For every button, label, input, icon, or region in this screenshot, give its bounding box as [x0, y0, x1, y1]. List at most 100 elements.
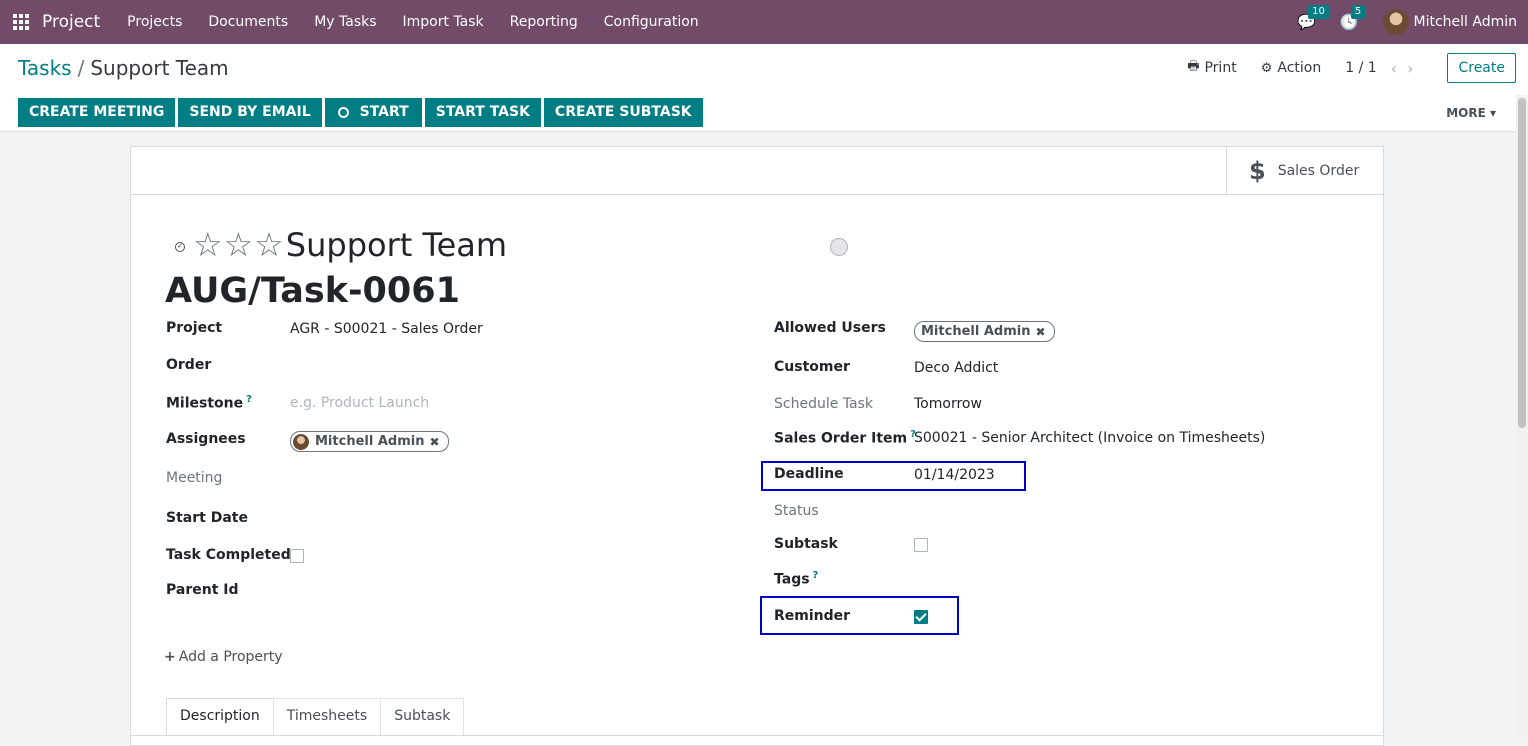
action-label: Action	[1277, 60, 1322, 76]
plus-icon: +	[164, 649, 176, 665]
breadcrumb-current: Support Team	[90, 56, 229, 80]
action-button[interactable]: ⚙ Action	[1261, 60, 1322, 76]
customer-field[interactable]: Deco Addict	[914, 360, 998, 376]
sales-order-smart-button[interactable]: $ Sales Order	[1226, 147, 1383, 194]
subtask-checkbox[interactable]	[914, 538, 928, 552]
tab-divider	[131, 735, 1383, 736]
assignee-tag-label: Mitchell Admin	[315, 434, 425, 449]
sales-order-item-label: Sales Order Item?	[774, 429, 916, 447]
app-name[interactable]: Project	[42, 12, 100, 32]
assignees-label: Assignees	[166, 431, 246, 447]
tags-label-text: Tags	[774, 571, 810, 588]
statusbar-buttons: CREATE MEETING SEND BY EMAIL START START…	[18, 98, 706, 127]
gear-icon: ⚙	[1260, 60, 1273, 76]
tab-description[interactable]: Description	[166, 698, 274, 735]
tab-timesheets[interactable]: Timesheets	[272, 698, 382, 735]
avatar	[293, 433, 309, 450]
milestone-label: Milestone?	[166, 394, 252, 412]
add-property-button[interactable]: + Add a Property	[164, 649, 283, 665]
send-by-email-button[interactable]: SEND BY EMAIL	[178, 98, 322, 127]
create-button[interactable]: Create	[1447, 53, 1516, 83]
top-navbar: Project Projects Documents My Tasks Impo…	[0, 0, 1528, 44]
add-property-label: Add a Property	[178, 649, 283, 665]
start-date-field[interactable]	[290, 510, 590, 528]
messages-icon[interactable]: 💬 10	[1297, 5, 1329, 31]
menu-configuration[interactable]: Configuration	[591, 0, 712, 44]
task-completed-label: Task Completed	[166, 547, 291, 563]
tags-field[interactable]	[914, 571, 1214, 589]
subtask-label: Subtask	[774, 536, 838, 552]
start-task-button[interactable]: START TASK	[424, 98, 541, 127]
menu-import-task[interactable]: Import Task	[390, 0, 497, 44]
deadline-field[interactable]: 01/14/2023	[914, 467, 995, 483]
create-meeting-button[interactable]: CREATE MEETING	[18, 98, 176, 127]
menu-my-tasks[interactable]: My Tasks	[301, 0, 389, 44]
meeting-label: Meeting	[166, 470, 223, 486]
print-label: Print	[1204, 60, 1237, 76]
more-dropdown[interactable]: MORE ▾	[1446, 106, 1496, 120]
sales-order-label: Sales Order	[1277, 162, 1360, 179]
messages-badge: 10	[1308, 5, 1329, 19]
clock-icon	[337, 107, 349, 118]
task-sequence: AUG/Task-0061	[165, 271, 460, 311]
print-button[interactable]: 🖶 Print	[1187, 57, 1237, 79]
reminder-label: Reminder	[774, 608, 851, 624]
dollar-icon: $	[1249, 156, 1266, 185]
printer-icon: 🖶	[1187, 59, 1200, 74]
scrollbar-thumb[interactable]	[1518, 98, 1526, 428]
more-label: MORE	[1446, 106, 1486, 120]
pager-previous-icon[interactable]: ‹	[1391, 59, 1407, 78]
deadline-label: Deadline	[774, 466, 844, 482]
remove-tag-icon[interactable]: ✖	[1035, 325, 1045, 339]
menu-documents[interactable]: Documents	[195, 0, 301, 44]
notebook-tabs: Description Timesheets Subtask	[166, 698, 465, 735]
breadcrumb-tasks-link[interactable]: Tasks	[18, 56, 72, 80]
create-subtask-button[interactable]: CREATE SUBTASK	[543, 98, 703, 127]
star-icon[interactable]: ☆	[254, 227, 284, 263]
tab-subtask[interactable]: Subtask	[380, 698, 465, 735]
user-avatar[interactable]	[1382, 9, 1409, 35]
status-label: Status	[774, 503, 819, 519]
help-icon[interactable]: ?	[813, 570, 819, 581]
allowed-user-tag[interactable]: Mitchell Admin ✖	[914, 321, 1055, 342]
menu-reporting[interactable]: Reporting	[497, 0, 591, 44]
task-completed-checkbox[interactable]	[290, 549, 304, 563]
remove-tag-icon[interactable]: ✖	[429, 435, 439, 449]
star-icon[interactable]: ☆	[224, 227, 254, 263]
project-field[interactable]: AGR - S00021 - Sales Order	[290, 321, 483, 337]
activities-icon[interactable]: 🕓 5	[1340, 5, 1366, 31]
star-icon[interactable]: ☆	[193, 227, 223, 263]
help-icon[interactable]: ?	[246, 394, 252, 405]
schedule-task-field[interactable]: Tomorrow	[914, 396, 982, 412]
vertical-scrollbar[interactable]	[1516, 95, 1528, 739]
parent-id-label: Parent Id	[166, 582, 239, 598]
start-button[interactable]: START	[324, 98, 422, 127]
activities-badge: 5	[1350, 5, 1366, 19]
parent-id-field[interactable]	[290, 582, 590, 600]
form-sheet: $ Sales Order ✓ ☆ ☆ ☆ Support Team AUG/T…	[130, 146, 1384, 746]
task-name-field[interactable]: Support Team	[286, 225, 507, 265]
pager-next-icon[interactable]: ›	[1407, 59, 1423, 78]
reminder-checkbox[interactable]	[914, 610, 928, 624]
kanban-state-icon[interactable]	[830, 238, 848, 256]
user-name[interactable]: Mitchell Admin	[1414, 14, 1518, 30]
tags-label: Tags?	[774, 570, 818, 588]
breadcrumb-separator: /	[77, 56, 85, 80]
order-field[interactable]	[290, 357, 590, 375]
pager-value[interactable]: 1 / 1	[1345, 60, 1376, 76]
milestone-field[interactable]: e.g. Product Launch	[290, 395, 429, 411]
control-panel: Tasks / Support Team 🖶 Print ⚙ Action 1 / 1 …	[0, 44, 1528, 132]
sales-order-item-label-text: Sales Order Item	[774, 430, 908, 447]
apps-menu-icon[interactable]	[0, 0, 42, 44]
project-label: Project	[166, 320, 223, 336]
menu-projects[interactable]: Projects	[114, 0, 195, 44]
title-row: ✓ ☆ ☆ ☆ Support Team	[175, 225, 507, 265]
check-circle-icon[interactable]: ✓	[175, 242, 185, 252]
allowed-user-tag-label: Mitchell Admin	[921, 324, 1031, 339]
button-box: $ Sales Order	[131, 147, 1383, 195]
caret-down-icon: ▾	[1489, 106, 1496, 120]
sales-order-item-field[interactable]: S00021 - Senior Architect (Invoice on Ti…	[914, 430, 1265, 446]
customer-label: Customer	[774, 359, 850, 375]
allowed-users-label: Allowed Users	[774, 320, 886, 336]
assignee-tag[interactable]: Mitchell Admin ✖	[290, 431, 449, 452]
